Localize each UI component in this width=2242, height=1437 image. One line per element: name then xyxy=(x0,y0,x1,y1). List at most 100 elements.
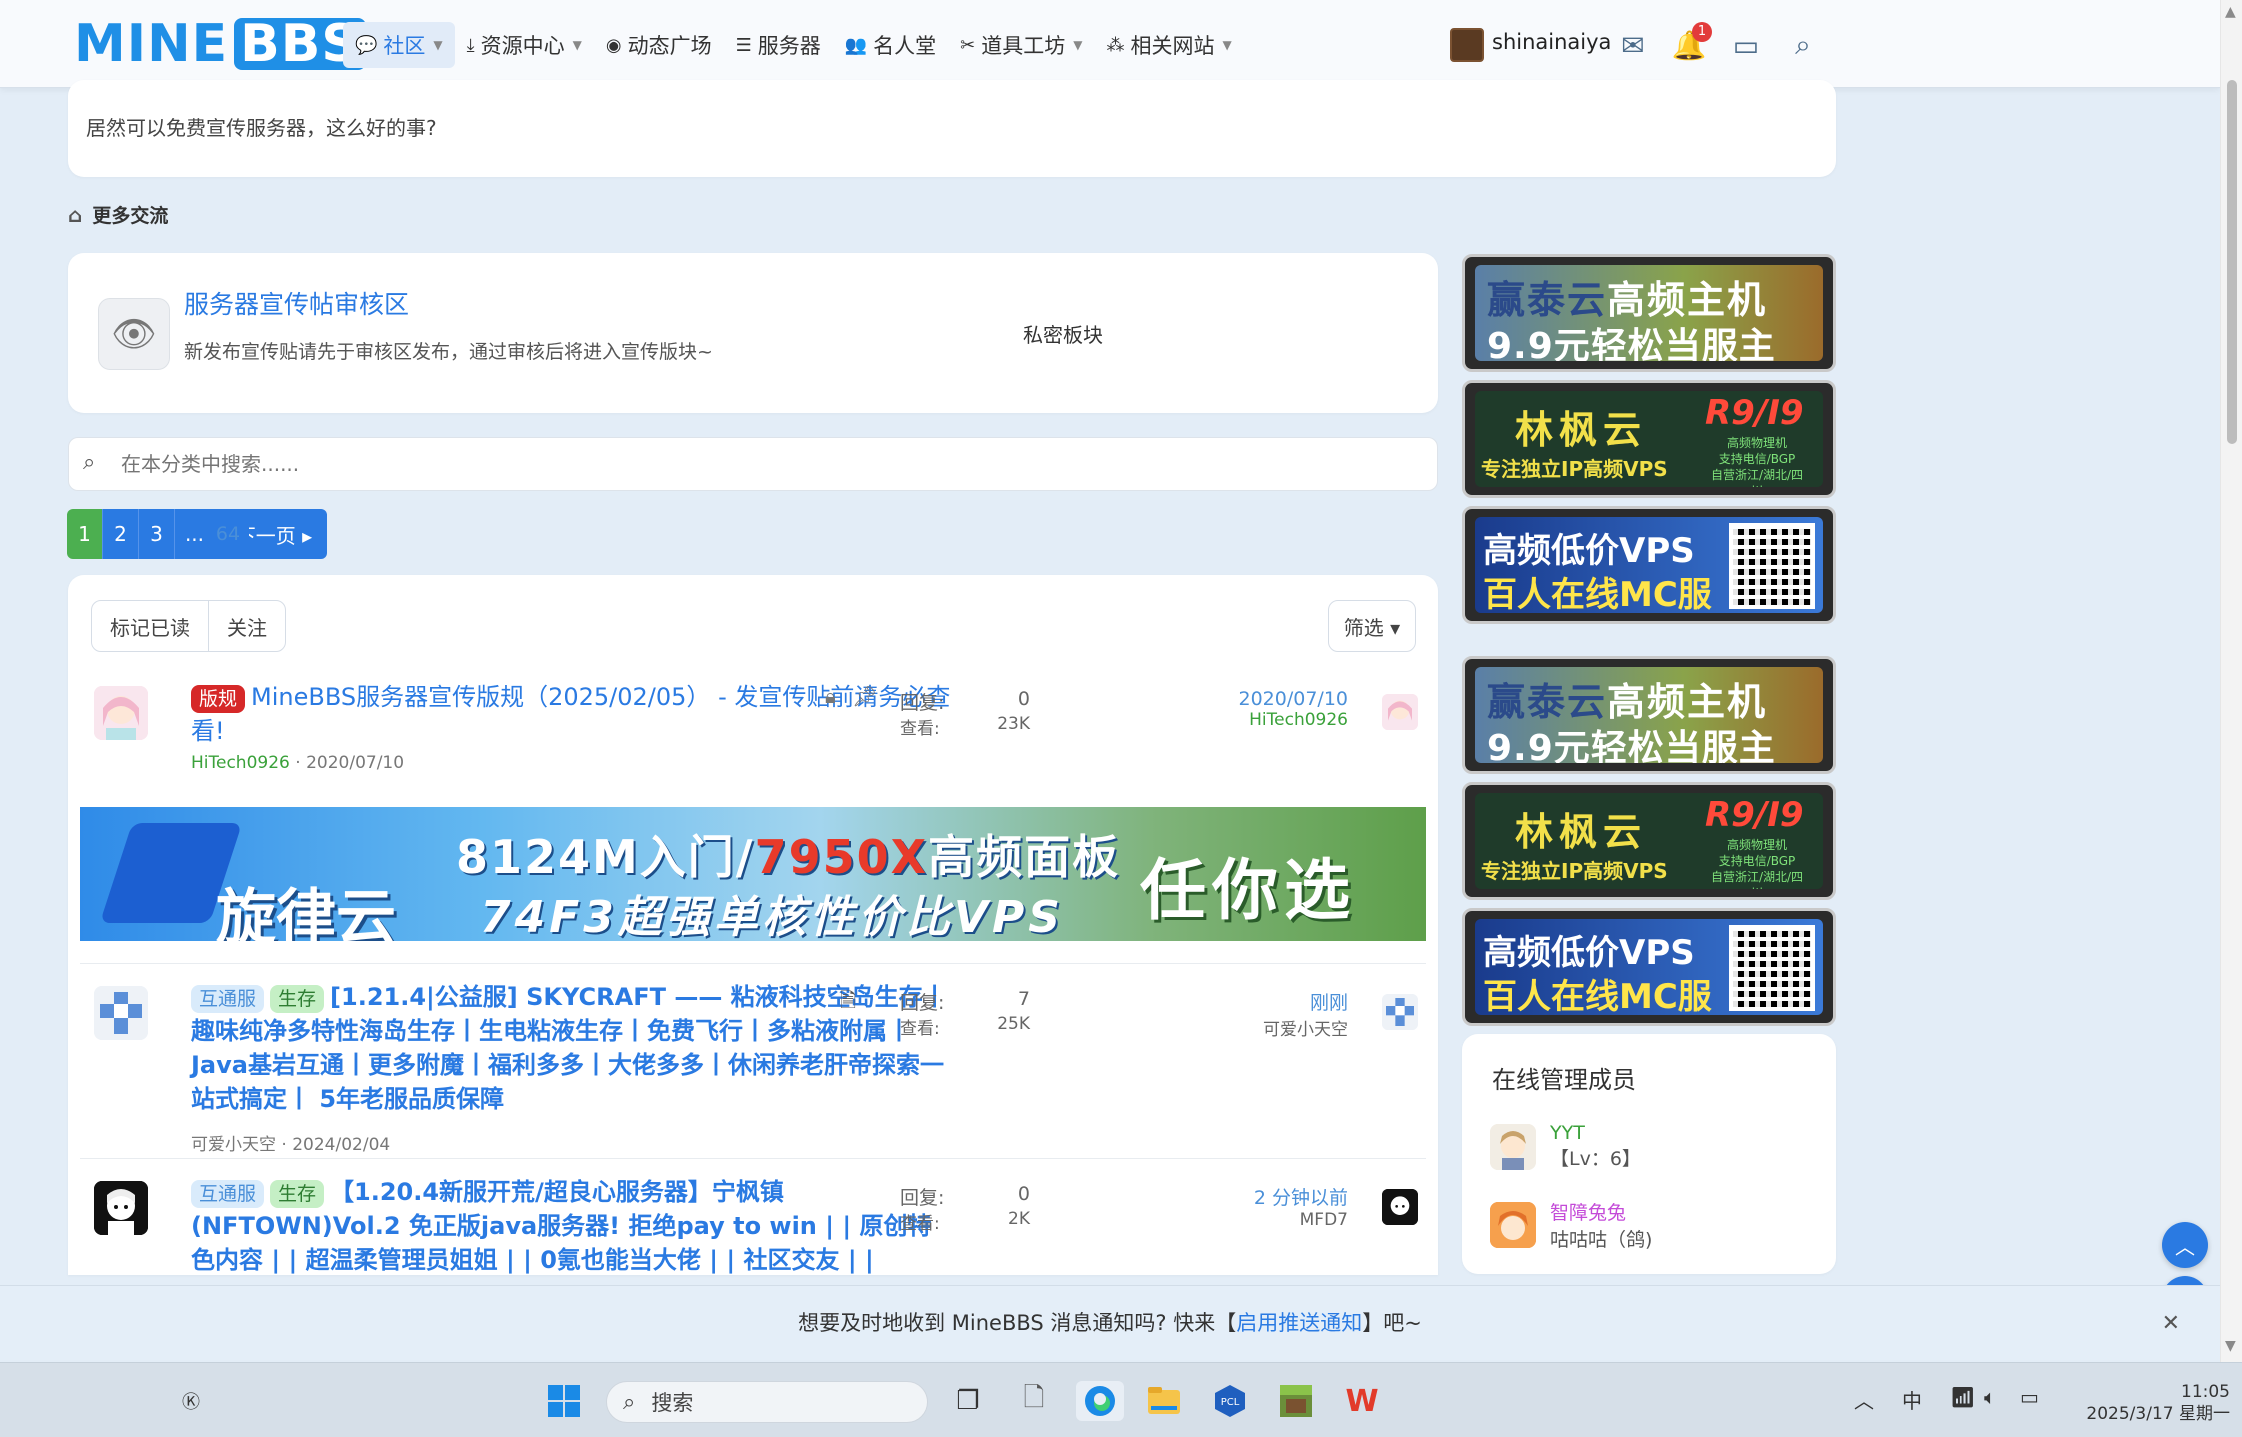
last-post-date[interactable]: 2 分钟以前 xyxy=(1254,1183,1348,1210)
app-tray-k-icon[interactable]: Ⓚ xyxy=(176,1381,206,1421)
battery-icon[interactable]: ▭ xyxy=(2020,1385,2039,1409)
sidebar-ad-vps[interactable]: 高频低价VPS 百人在线MC服 xyxy=(1462,506,1836,624)
push-notification-notice: 想要及时地收到 MineBBS 消息通知吗? 快来【启用推送通知】吧~ ✕ xyxy=(0,1285,2220,1360)
ad-feature: 支持电信/BGP xyxy=(1718,452,1796,466)
windows-start-icon[interactable] xyxy=(544,1381,584,1421)
nav-resources[interactable]: ⤓ 资源中心 ▼ xyxy=(455,22,594,68)
views-count: 25K xyxy=(997,1014,1030,1034)
sidebar-ad-yingtai[interactable]: 赢泰云高频主机 9.9元轻松当服主 xyxy=(1462,254,1836,372)
last-poster-avatar[interactable] xyxy=(1382,694,1418,730)
wps-office-icon[interactable]: W xyxy=(1342,1381,1382,1421)
page-scrollbar[interactable]: ▲ ▼ xyxy=(2220,0,2242,1362)
file-icon[interactable]: 🗋 xyxy=(1014,1381,1054,1421)
thread-title-line[interactable]: 互通服 生存 [1.21.4|公益服] SKYCRAFT —— 粘液科技空岛生存丨趣… xyxy=(191,980,951,1116)
wifi-icon[interactable]: 📶︎ xyxy=(1950,1385,1975,1409)
mark-read-button[interactable]: 标记已读 xyxy=(92,601,208,651)
category-search-input[interactable] xyxy=(121,446,1421,482)
server-icon: ☰ xyxy=(735,34,752,56)
search-icon[interactable]: ⌕ xyxy=(1784,26,1822,64)
edge-browser-icon[interactable] xyxy=(1076,1381,1124,1421)
ad-cpu: R9/I9 xyxy=(1705,795,1804,835)
enable-push-link[interactable]: 启用推送通知 xyxy=(1236,1311,1362,1335)
scrollbar-thumb[interactable] xyxy=(2227,80,2237,444)
sidebar-ad-yingtai[interactable]: 赢泰云高频主机 9.9元轻松当服主 xyxy=(1462,656,1836,774)
file-explorer-icon[interactable] xyxy=(1144,1381,1184,1421)
last-post-date[interactable]: 刚刚 xyxy=(1263,988,1348,1015)
close-icon[interactable]: ✕ xyxy=(2162,1286,2180,1361)
volume-icon[interactable]: 🔈︎ xyxy=(1984,1385,1996,1409)
last-post-user[interactable]: MFD7 xyxy=(1254,1210,1348,1230)
thread-title-line[interactable]: 版规 MineBBS服务器宣传版规（2025/02/05） - 发宣传贴前请务必查… xyxy=(191,680,951,748)
ad-brand: 林枫云 xyxy=(1515,810,1648,854)
staff-avatar[interactable] xyxy=(1490,1123,1536,1170)
staff-role: 【Lv：6】 xyxy=(1550,1148,1641,1170)
thread-title[interactable]: MineBBS服务器宣传版规（2025/02/05） - 发宣传贴前请务必查看! xyxy=(191,683,950,745)
inbox-icon[interactable]: ✉ xyxy=(1614,26,1652,64)
user-avatar[interactable] xyxy=(1450,28,1484,62)
scroll-top-button[interactable]: ︿ xyxy=(2162,1222,2208,1268)
last-post-user[interactable]: HiTech0926 xyxy=(1238,710,1348,730)
sidebar-ad-vps[interactable]: 高频低价VPS 百人在线MC服 xyxy=(1462,908,1836,1026)
author-avatar[interactable] xyxy=(94,1181,148,1235)
author-avatar[interactable] xyxy=(94,686,148,740)
widget-title: 在线管理成员 xyxy=(1492,1066,1636,1094)
nav-servers[interactable]: ☰ 服务器 xyxy=(724,22,833,68)
last-post-date[interactable]: 2020/07/10 xyxy=(1238,688,1348,710)
nav-community[interactable]: 💬 社区 ▼ xyxy=(343,22,455,68)
thread-row[interactable]: 互通服 生存 【1.20.4新服开荒/超良心服务器】宁枫镇(NFTOWN)Vol.2… xyxy=(80,1175,1426,1275)
task-view-icon[interactable]: ❐ xyxy=(948,1381,988,1421)
staff-name[interactable]: YYT xyxy=(1550,1122,1641,1144)
nav-hall-of-fame[interactable]: 👥 名人堂 xyxy=(833,22,948,68)
system-clock[interactable]: 11:05 2025/3/17 星期一 xyxy=(2070,1381,2230,1425)
last-post: 刚刚 可爱小天空 xyxy=(1263,988,1348,1040)
nav-tools[interactable]: ✂ 道具工坊 ▼ xyxy=(948,22,1094,68)
thread-author[interactable]: 可爱小天空 xyxy=(191,1135,276,1155)
page-64[interactable]: 64 xyxy=(207,509,249,559)
thread-author[interactable]: HiTech0926 xyxy=(191,753,290,773)
sidebar-ad-linfeng[interactable]: 林枫云 R9/I9 高频物理机支持电信/BGP 自营浙江/湖北/四川 专注独立IP高频V… xyxy=(1462,380,1836,498)
nav-related-sites[interactable]: ⁂ 相关网站 ▼ xyxy=(1094,22,1243,68)
staff-member[interactable]: 智障兔兔 咕咕咕（鸽) xyxy=(1490,1198,1652,1252)
thread-row[interactable]: 版规 MineBBS服务器宣传版规（2025/02/05） - 发宣传贴前请务必查… xyxy=(80,680,1426,790)
wallet-icon[interactable]: ▭ xyxy=(1727,26,1765,64)
thread-date: 2020/07/10 xyxy=(306,753,405,773)
views-count: 23K xyxy=(997,714,1030,734)
thread-list: 标记已读 关注 筛选 ▾ 版规 MineBBS服务器宣传版规（2025/02/05… xyxy=(68,575,1438,1275)
staff-name[interactable]: 智障兔兔 xyxy=(1550,1198,1652,1225)
breadcrumb[interactable]: ⌂ 更多交流 xyxy=(68,201,168,228)
staff-avatar[interactable] xyxy=(1490,1202,1536,1248)
thread-row[interactable]: 互通服 生存 [1.21.4|公益服] SKYCRAFT —— 粘液科技空岛生存丨趣… xyxy=(80,980,1426,1160)
staff-member[interactable]: YYT 【Lv：6】 xyxy=(1490,1122,1641,1171)
replies-count: 7 xyxy=(1017,988,1030,1010)
thread-title-line[interactable]: 互通服 生存 【1.20.4新服开荒/超良心服务器】宁枫镇(NFTOWN)Vol.2… xyxy=(191,1175,951,1275)
thread-date: 2024/02/04 xyxy=(292,1135,391,1155)
banner-advertisement[interactable]: 8124M入门/7950X高频面板 旋律云 74F3超强单核性价比VPS 任你选… xyxy=(80,807,1426,941)
scroll-down-arrow-icon[interactable]: ▼ xyxy=(2225,1338,2236,1354)
thread-prefix: 互通服 xyxy=(191,1180,265,1208)
views-stat: 查看: 23K xyxy=(900,714,1030,739)
show-hidden-icons-chevron-icon[interactable]: ︿ xyxy=(1854,1385,1874,1414)
minecraft-icon[interactable] xyxy=(1276,1381,1316,1421)
page-2[interactable]: 2 xyxy=(103,509,139,559)
nav-feed[interactable]: ◉ 动态广场 xyxy=(594,22,724,68)
last-poster-avatar[interactable] xyxy=(1382,1189,1418,1225)
watch-button[interactable]: 关注 xyxy=(208,601,285,651)
ime-indicator[interactable]: 中 xyxy=(1902,1385,1922,1414)
pcl-launcher-icon[interactable]: PCL xyxy=(1210,1381,1250,1421)
nav-label: 名人堂 xyxy=(873,34,937,58)
subforum-title[interactable]: 服务器宣传帖审核区 xyxy=(184,285,409,321)
last-poster-avatar[interactable] xyxy=(1382,994,1418,1030)
ad-brand: 林枫云 xyxy=(1515,408,1648,452)
author-avatar[interactable] xyxy=(94,986,148,1040)
taskbar-search[interactable]: ⌕ 搜索 xyxy=(606,1381,928,1423)
scroll-up-arrow-icon[interactable]: ▲ xyxy=(2225,4,2236,20)
page-3[interactable]: 3 xyxy=(139,509,175,559)
last-post-user[interactable]: 可爱小天空 xyxy=(1263,1015,1348,1040)
filter-button[interactable]: 筛选 ▾ xyxy=(1328,600,1416,652)
sidebar-ad-linfeng[interactable]: 林枫云 R9/I9 高频物理机支持电信/BGP 自营浙江/湖北/四川 专注独立IP高频V… xyxy=(1462,782,1836,900)
forum-description-card: 居然可以免费宣传服务器，这么好的事? xyxy=(68,80,1836,177)
username[interactable]: shinainaiya xyxy=(1492,30,1611,54)
replies-stat: 回复: 0 xyxy=(900,1183,1030,1210)
page-1[interactable]: 1 xyxy=(67,509,103,559)
site-logo[interactable]: MINE BBS xyxy=(74,14,366,74)
